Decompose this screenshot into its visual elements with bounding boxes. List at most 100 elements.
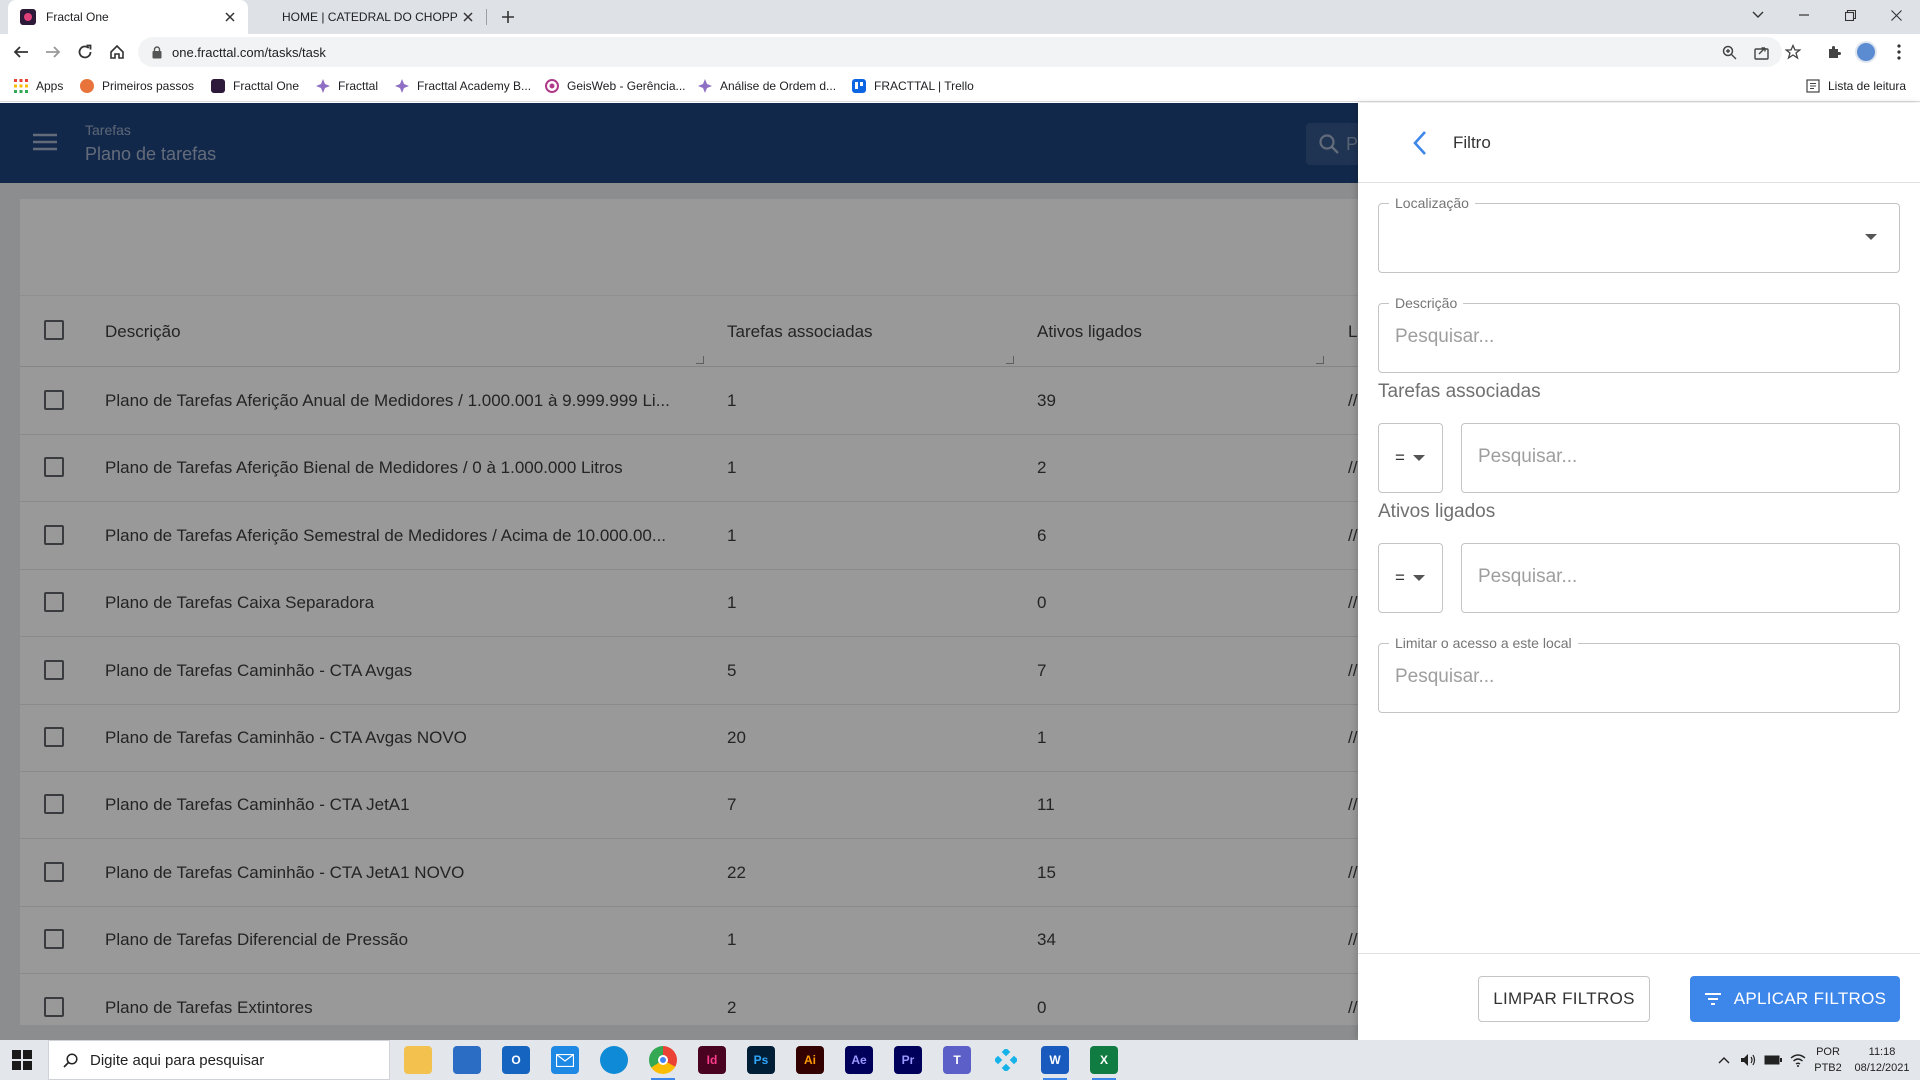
reading-list[interactable]: Lista de leitura — [1806, 78, 1906, 94]
ativos-section-label: Ativos ligados — [1378, 501, 1496, 522]
back-arrow-icon[interactable] — [10, 41, 32, 63]
ativos-operator-value: = — [1395, 568, 1405, 587]
apps-grid-icon — [14, 79, 28, 93]
after-effects-icon[interactable]: Ae — [845, 1046, 873, 1074]
dropdown-caret-icon — [1412, 455, 1425, 461]
bookmark-trello[interactable]: FRACTTAL | Trello — [852, 78, 974, 94]
descricao-placeholder: Pesquisar... — [1395, 326, 1495, 347]
bookmark-fracttal[interactable]: Fracttal — [316, 78, 378, 94]
fracttal-star-icon — [395, 79, 409, 93]
close-window-icon[interactable] — [1873, 0, 1919, 30]
tab-search-chevron-icon[interactable] — [1735, 0, 1781, 30]
file-explorer-icon[interactable] — [404, 1046, 432, 1074]
illustrator-icon[interactable]: Ai — [796, 1046, 824, 1074]
filter-drawer: Filtro Localização Descrição Pesquisar..… — [1358, 103, 1920, 1040]
dropdown-caret-icon — [1865, 234, 1877, 240]
back-chevron-icon[interactable] — [1404, 127, 1436, 159]
battery-icon[interactable] — [1764, 1040, 1782, 1080]
share-icon[interactable] — [1752, 43, 1770, 61]
edge-icon[interactable] — [600, 1046, 628, 1074]
extensions-puzzle-icon[interactable] — [1823, 41, 1845, 63]
taskbar-search-placeholder: Digite aqui para pesquisar — [90, 1051, 265, 1069]
browser-tab-fracttal[interactable]: Fractal One — [8, 0, 248, 34]
bookmarks-bar: Apps Primeiros passos Fracttal One Fract… — [0, 70, 1920, 102]
restore-window-icon[interactable] — [1827, 0, 1873, 30]
tab-separator — [486, 9, 487, 25]
chrome-icon[interactable] — [649, 1046, 677, 1080]
mail-icon[interactable] — [551, 1046, 579, 1074]
zoom-icon[interactable] — [1720, 43, 1738, 61]
ativos-input[interactable]: Pesquisar... — [1461, 543, 1900, 613]
new-tab-plus-icon[interactable] — [498, 7, 518, 27]
taskbar-search-box[interactable]: Digite aqui para pesquisar — [48, 1040, 390, 1080]
bookmark-favicon-icon — [80, 79, 94, 93]
profile-avatar[interactable] — [1855, 41, 1877, 63]
indesign-icon[interactable]: Id — [698, 1046, 726, 1074]
ativos-operator-select[interactable]: = — [1378, 543, 1443, 613]
wifi-icon[interactable] — [1790, 1040, 1806, 1080]
limitar-acesso-input[interactable]: Limitar o acesso a este local Pesquisar.… — [1378, 635, 1900, 713]
premiere-icon[interactable]: Pr — [894, 1046, 922, 1074]
outlook-icon[interactable]: O — [502, 1046, 530, 1074]
dropdown-caret-icon — [1412, 575, 1425, 581]
browser-menu-kebab-icon[interactable] — [1888, 41, 1910, 63]
tray-chevron-up-icon[interactable] — [1718, 1040, 1730, 1080]
excel-icon[interactable]: X — [1090, 1046, 1118, 1080]
browser-tab-strip: Fractal One HOME | CATEDRAL DO CHOPP — [0, 0, 1920, 34]
close-tab-icon[interactable] — [222, 9, 238, 25]
fracttal-favicon-icon — [211, 79, 225, 93]
bookmark-apps[interactable]: Apps — [14, 78, 63, 94]
fracttal-star-icon — [316, 79, 330, 93]
tab-title: HOME | CATEDRAL DO CHOPP — [282, 10, 458, 24]
bookmark-geisweb[interactable]: GeisWeb - Gerência... — [545, 78, 686, 94]
lock-icon — [152, 45, 162, 59]
bookmark-star-icon[interactable] — [1784, 43, 1802, 61]
home-icon[interactable] — [106, 41, 128, 63]
minimize-icon[interactable] — [1781, 0, 1827, 30]
apply-filters-button[interactable]: APLICAR FILTROS — [1690, 976, 1900, 1022]
tab-title: Fractal One — [46, 10, 109, 24]
modal-backdrop-overlay[interactable] — [0, 103, 1358, 1040]
microsoft-store-icon[interactable] — [453, 1046, 481, 1074]
clear-filters-button[interactable]: LIMPAR FILTROS — [1478, 976, 1650, 1022]
tarefas-section-label: Tarefas associadas — [1378, 381, 1541, 402]
windows-taskbar: Digite aqui para pesquisar O Id Ps Ai Ae… — [0, 1040, 1920, 1080]
reload-icon[interactable] — [74, 41, 96, 63]
tarefas-operator-select[interactable]: = — [1378, 423, 1443, 493]
url-text: one.fracttal.com/tasks/task — [172, 44, 326, 60]
windows-start-icon[interactable] — [12, 1050, 32, 1070]
bookmark-primeiros-passos[interactable]: Primeiros passos — [80, 78, 194, 94]
search-icon — [63, 1052, 78, 1068]
limitar-acesso-placeholder: Pesquisar... — [1395, 666, 1495, 687]
volume-icon[interactable] — [1740, 1040, 1756, 1080]
bookmark-fracttal-one[interactable]: Fracttal One — [211, 78, 299, 94]
filter-header: Filtro — [1358, 103, 1920, 183]
localizacao-label: Localização — [1389, 195, 1475, 211]
ativos-placeholder: Pesquisar... — [1478, 566, 1578, 587]
geisweb-favicon-icon — [545, 79, 559, 93]
trello-icon — [852, 79, 866, 93]
localizacao-select[interactable]: Localização — [1378, 195, 1900, 273]
close-tab-icon[interactable] — [460, 9, 476, 25]
descricao-label: Descrição — [1389, 295, 1464, 311]
browser-tab-catedral[interactable]: HOME | CATEDRAL DO CHOPP — [256, 0, 486, 34]
bookmark-fracttal-academy[interactable]: Fracttal Academy B... — [395, 78, 531, 94]
descricao-input[interactable]: Descrição Pesquisar... — [1378, 295, 1900, 373]
tarefas-input[interactable]: Pesquisar... — [1461, 423, 1900, 493]
teams-icon[interactable]: T — [943, 1046, 971, 1074]
clock[interactable]: 11:18 08/12/2021 — [1850, 1044, 1914, 1076]
tarefas-operator-value: = — [1395, 448, 1405, 467]
apply-filters-label: APLICAR FILTROS — [1733, 989, 1887, 1008]
word-icon[interactable]: W — [1041, 1046, 1069, 1080]
address-bar[interactable]: one.fracttal.com/tasks/task — [138, 37, 1801, 67]
language-indicator[interactable]: POR PTB2 — [1810, 1044, 1846, 1076]
reading-list-icon — [1806, 79, 1820, 93]
limitar-acesso-label: Limitar o acesso a este local — [1389, 635, 1578, 651]
fracttal-star-icon — [698, 79, 712, 93]
filter-title: Filtro — [1453, 133, 1491, 152]
forward-arrow-icon[interactable] — [42, 41, 64, 63]
photoshop-icon[interactable]: Ps — [747, 1046, 775, 1074]
kodi-icon[interactable] — [992, 1046, 1020, 1074]
bookmark-analise-ordem[interactable]: Análise de Ordem d... — [698, 78, 836, 94]
filter-lines-icon — [1704, 992, 1722, 1006]
